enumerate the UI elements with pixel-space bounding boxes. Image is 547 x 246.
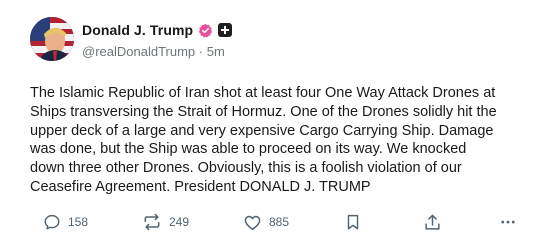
- like-count: 885: [269, 215, 290, 229]
- action-bar: 158 249 885: [0, 210, 547, 234]
- like-button[interactable]: 885: [243, 210, 289, 234]
- verified-badge-icon: [198, 23, 213, 38]
- share-icon: [423, 213, 442, 232]
- more-icon: [499, 213, 517, 231]
- meta-separator: ·: [198, 44, 204, 59]
- repost-count: 249: [169, 215, 190, 229]
- plus-badge-icon: [218, 23, 233, 37]
- author-handle[interactable]: @realDonaldTrump: [82, 44, 195, 59]
- avatar[interactable]: [30, 17, 74, 61]
- author-handle-row: @realDonaldTrump · 5m: [82, 44, 225, 60]
- bookmark-button[interactable]: [344, 210, 362, 234]
- like-icon: [243, 213, 262, 232]
- repost-button[interactable]: 249: [142, 210, 189, 234]
- author-name-row: Donald J. Trump: [82, 20, 233, 40]
- reply-count: 158: [68, 215, 89, 229]
- repost-icon: [142, 212, 162, 232]
- post-card: Donald J. Trump @realDonaldTrump · 5m Th…: [0, 0, 547, 246]
- reply-button[interactable]: 158: [43, 210, 88, 234]
- share-button[interactable]: [423, 210, 442, 234]
- post-time[interactable]: 5m: [207, 44, 225, 59]
- post-body: The Islamic Republic of Iran shot at lea…: [30, 85, 497, 195]
- more-options-button[interactable]: [499, 210, 517, 234]
- reply-icon: [43, 213, 61, 231]
- bookmark-icon: [344, 213, 362, 231]
- author-display-name[interactable]: Donald J. Trump: [82, 22, 193, 38]
